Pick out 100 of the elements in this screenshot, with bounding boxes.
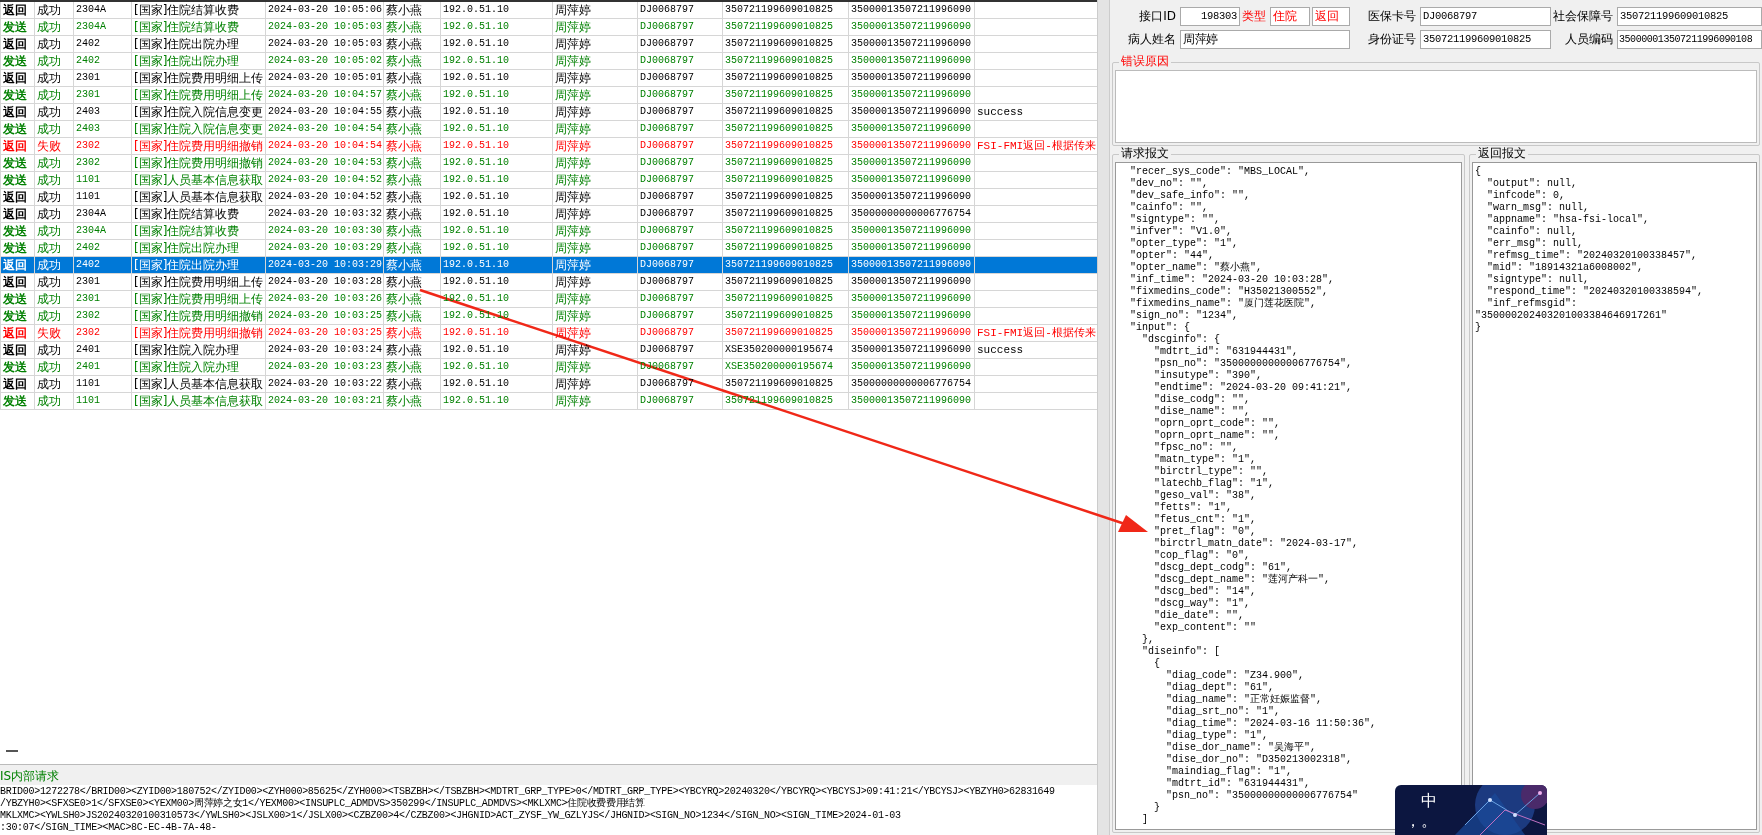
patient-cell: 周萍婷 [552,18,638,36]
code-cell: 2401 [73,358,132,376]
time-cell: 2024-03-20 10:04:53 [265,154,384,172]
json-line: "die_date": "", [1153,610,1245,622]
log-row[interactable]: 发送 成功 2304A [国家]住院结算收费 2024-03-20 10:03:30 蔡小燕 192.0.51.10 周萍婷 DJ0068797 350721199609010825 35000013507211996090 [0,222,1097,240]
splitter-bar[interactable] [1097,0,1110,835]
log-row[interactable]: 返回 成功 1101 [国家]人员基本信息获取 2024-03-20 10:04:52 蔡小燕 192.0.51.10 周萍婷 DJ0068797 350721199609010825 35000013507211996090 [0,188,1097,206]
person-code-cell: 35000013507211996090 [848,86,975,104]
patient-cell: 周萍婷 [552,171,638,189]
operator-cell: 蔡小燕 [383,103,441,121]
log-row[interactable]: 返回 成功 1101 [国家]人员基本信息获取 2024-03-20 10:03:22 蔡小燕 192.0.51.10 周萍婷 DJ0068797 350721199609010825 35000000000006776754 [0,375,1097,393]
patient-name-field[interactable]: 周萍婷 [1180,30,1350,49]
patient-cell: 周萍婷 [552,52,638,70]
log-row[interactable]: 发送 成功 2402 [国家]住院出院办理 2024-03-20 10:05:02 蔡小燕 192.0.51.10 周萍婷 DJ0068797 350721199609010825 35000013507211996090 [0,52,1097,70]
log-row[interactable]: 返回 成功 2301 [国家]住院费用明细上传 2024-03-20 10:03:28 蔡小燕 192.0.51.10 周萍婷 DJ0068797 350721199609010825 35000013507211996090 [0,273,1097,291]
person-code-cell: 35000013507211996090 [848,273,975,291]
json-line: "infcode": 0, [1486,190,1565,202]
patient-cell: 周萍婷 [552,256,638,274]
json-line: "oprn_oprt_name": "", [1153,430,1281,442]
time-cell: 2024-03-20 10:03:30 [265,222,384,240]
json-line: "psn_no": "35000000000006776754", [1153,358,1353,370]
ip-cell: 192.0.51.10 [440,69,553,87]
interface-name-cell: [国家]住院结算收费 [131,205,266,223]
json-line: "recer_sys_code": "MBS_LOCAL", [1129,166,1311,178]
json-line: "mdtrt_id": "631944431", [1165,778,1311,790]
log-row[interactable]: 发送 成功 2403 [国家]住院入院信息变更 2024-03-20 10:04:54 蔡小燕 192.0.51.10 周萍婷 DJ0068797 350721199609010825 35000013507211996090 [0,120,1097,138]
id-number-field[interactable]: 350721199609010825 [1420,30,1551,49]
card-cell: DJ0068797 [637,290,723,308]
group-title: 错误原因 [1119,54,1171,68]
json-line: "diag_dept": "61", [1165,682,1275,693]
log-row[interactable]: 返回 失败 2302 [国家]住院费用明细撤销 2024-03-20 10:04:54 蔡小燕 192.0.51.10 周萍婷 DJ0068797 350721199609010825 35000013507211996090 FSI-FMI返回-根据传来 [0,137,1097,155]
ip-cell: 192.0.51.10 [440,137,553,155]
json-line: "diag_code": "Z34.900", [1165,670,1305,682]
log-row[interactable]: 返回 成功 2402 [国家]住院出院办理 2024-03-20 10:05:03 蔡小燕 192.0.51.10 周萍婷 DJ0068797 350721199609010825 35000013507211996090 [0,35,1097,53]
operator-cell: 蔡小燕 [383,324,441,342]
social-security-field[interactable]: 350721199609010825 [1617,7,1762,26]
json-line: "warn_msg": null, [1486,202,1590,214]
ip-cell: 192.0.51.10 [440,324,553,342]
log-row[interactable]: 发送 成功 2301 [国家]住院费用明细上传 2024-03-20 10:03:26 蔡小燕 192.0.51.10 周萍婷 DJ0068797 350721199609010825 35000013507211996090 [0,290,1097,308]
json-line: "cainfo": null, [1486,226,1578,238]
log-row[interactable]: 发送 成功 2302 [国家]住院费用明细撤销 2024-03-20 10:04:53 蔡小燕 192.0.51.10 周萍婷 DJ0068797 350721199609010825 35000013507211996090 [0,154,1097,172]
log-row[interactable]: 返回 成功 2304A [国家]住院结算收费 2024-03-20 10:05:06 蔡小燕 192.0.51.10 周萍婷 DJ0068797 350721199609010825 35000013507211996090 [0,1,1097,19]
log-row[interactable]: 返回 成功 2304A [国家]住院结算收费 2024-03-20 10:03:32 蔡小燕 192.0.51.10 周萍婷 DJ0068797 350721199609010825 35000000000006776754 [0,205,1097,223]
log-row[interactable]: 发送 成功 1101 [国家]人员基本信息获取 2024-03-20 10:04:52 蔡小燕 192.0.51.10 周萍婷 DJ0068797 350721199609010825 35000013507211996090 [0,171,1097,189]
person-code-cell: 35000013507211996090 [848,222,975,240]
status-cell: 成功 [34,1,74,19]
person-code-field[interactable]: 350000013507211996090108 [1617,30,1762,49]
direction-cell: 返回 [0,324,35,342]
log-row[interactable]: 发送 成功 2301 [国家]住院费用明细上传 2024-03-20 10:04:57 蔡小燕 192.0.51.10 周萍婷 DJ0068797 350721199609010825 35000013507211996090 [0,86,1097,104]
direction-cell: 发送 [0,86,35,104]
ip-cell: 192.0.51.10 [440,273,553,291]
error-text-area[interactable] [1115,70,1757,143]
status-cell: 成功 [34,239,74,257]
card-cell: DJ0068797 [637,307,723,325]
splitter-handle[interactable] [6,750,18,752]
ime-indicator[interactable]: ，。 [1405,811,1437,832]
json-line: "latechb_flag": "1", [1153,478,1275,490]
code-cell: 2402 [73,256,132,274]
ip-cell: 192.0.51.10 [440,222,553,240]
card-cell: DJ0068797 [637,392,723,410]
card-cell: DJ0068797 [637,52,723,70]
status-cell: 成功 [34,86,74,104]
card-cell: DJ0068797 [637,188,723,206]
log-row[interactable]: 返回 成功 2403 [国家]住院入院信息变更 2024-03-20 10:04:55 蔡小燕 192.0.51.10 周萍婷 DJ0068797 350721199609010825 35000013507211996090 success [0,103,1097,121]
type-field[interactable]: 住院 [1270,7,1310,26]
interface-id-field[interactable]: 198303 [1180,7,1240,26]
time-cell: 2024-03-20 10:05:03 [265,18,384,36]
json-line: "mid": "18914321a6008002", [1486,262,1644,274]
operator-cell: 蔡小燕 [383,256,441,274]
log-row[interactable]: 发送 成功 2304A [国家]住院结算收费 2024-03-20 10:05:03 蔡小燕 192.0.51.10 周萍婷 DJ0068797 350721199609010825 35000013507211996090 [0,18,1097,36]
json-line: "dscg_dept_codg": "61", [1153,562,1293,573]
person-code-cell: 35000013507211996090 [848,35,975,53]
log-row[interactable]: 发送 成功 2402 [国家]住院出院办理 2024-03-20 10:03:29 蔡小燕 192.0.51.10 周萍婷 DJ0068797 350721199609010825 35000013507211996090 [0,239,1097,257]
interface-name-cell: [国家]住院出院办理 [131,256,266,274]
operator-cell: 蔡小燕 [383,205,441,223]
ime-indicator[interactable]: 中 [1421,791,1437,812]
json-line: "dise_dor_no": "D350213002318", [1165,754,1353,766]
id-number-cell: 350721199609010825 [722,375,849,393]
code-cell: 2302 [73,137,132,155]
patient-cell: 周萍婷 [552,290,638,308]
json-line: "output": null, [1486,178,1578,190]
operator-cell: 蔡小燕 [383,1,441,19]
person-code-cell: 35000000000006776754 [848,205,975,223]
json-line: "dev_no": "", [1129,178,1208,190]
time-cell: 2024-03-20 10:03:25 [265,324,384,342]
direction-cell: 返回 [0,188,35,206]
person-code-cell: 35000013507211996090 [848,103,975,121]
card-number-field[interactable]: DJ0068797 [1420,7,1551,26]
request-text-area[interactable] [0,785,1097,835]
status-cell: 成功 [34,290,74,308]
time-cell: 2024-03-20 10:03:21 [265,392,384,410]
log-row[interactable]: 返回 成功 2401 [国家]住院入院办理 2024-03-20 10:03:24 蔡小燕 192.0.51.10 周萍婷 DJ0068797 XSE350200000195674 35000013507211996090 success [0,341,1097,359]
log-row[interactable]: 返回 成功 2301 [国家]住院费用明细上传 2024-03-20 10:05:01 蔡小燕 192.0.51.10 周萍婷 DJ0068797 350721199609010825 35000013507211996090 [0,69,1097,87]
json-line: "dise_dor_name": "吴海平", [1165,742,1317,754]
type-field[interactable]: 返回 [1312,7,1350,26]
json-line: { [1475,166,1481,178]
id-number-cell: 350721199609010825 [722,171,849,189]
json-line: "birctrl_type": "", [1153,466,1269,478]
field-label: 类型 [1242,8,1267,25]
ip-cell: 192.0.51.10 [440,154,553,172]
